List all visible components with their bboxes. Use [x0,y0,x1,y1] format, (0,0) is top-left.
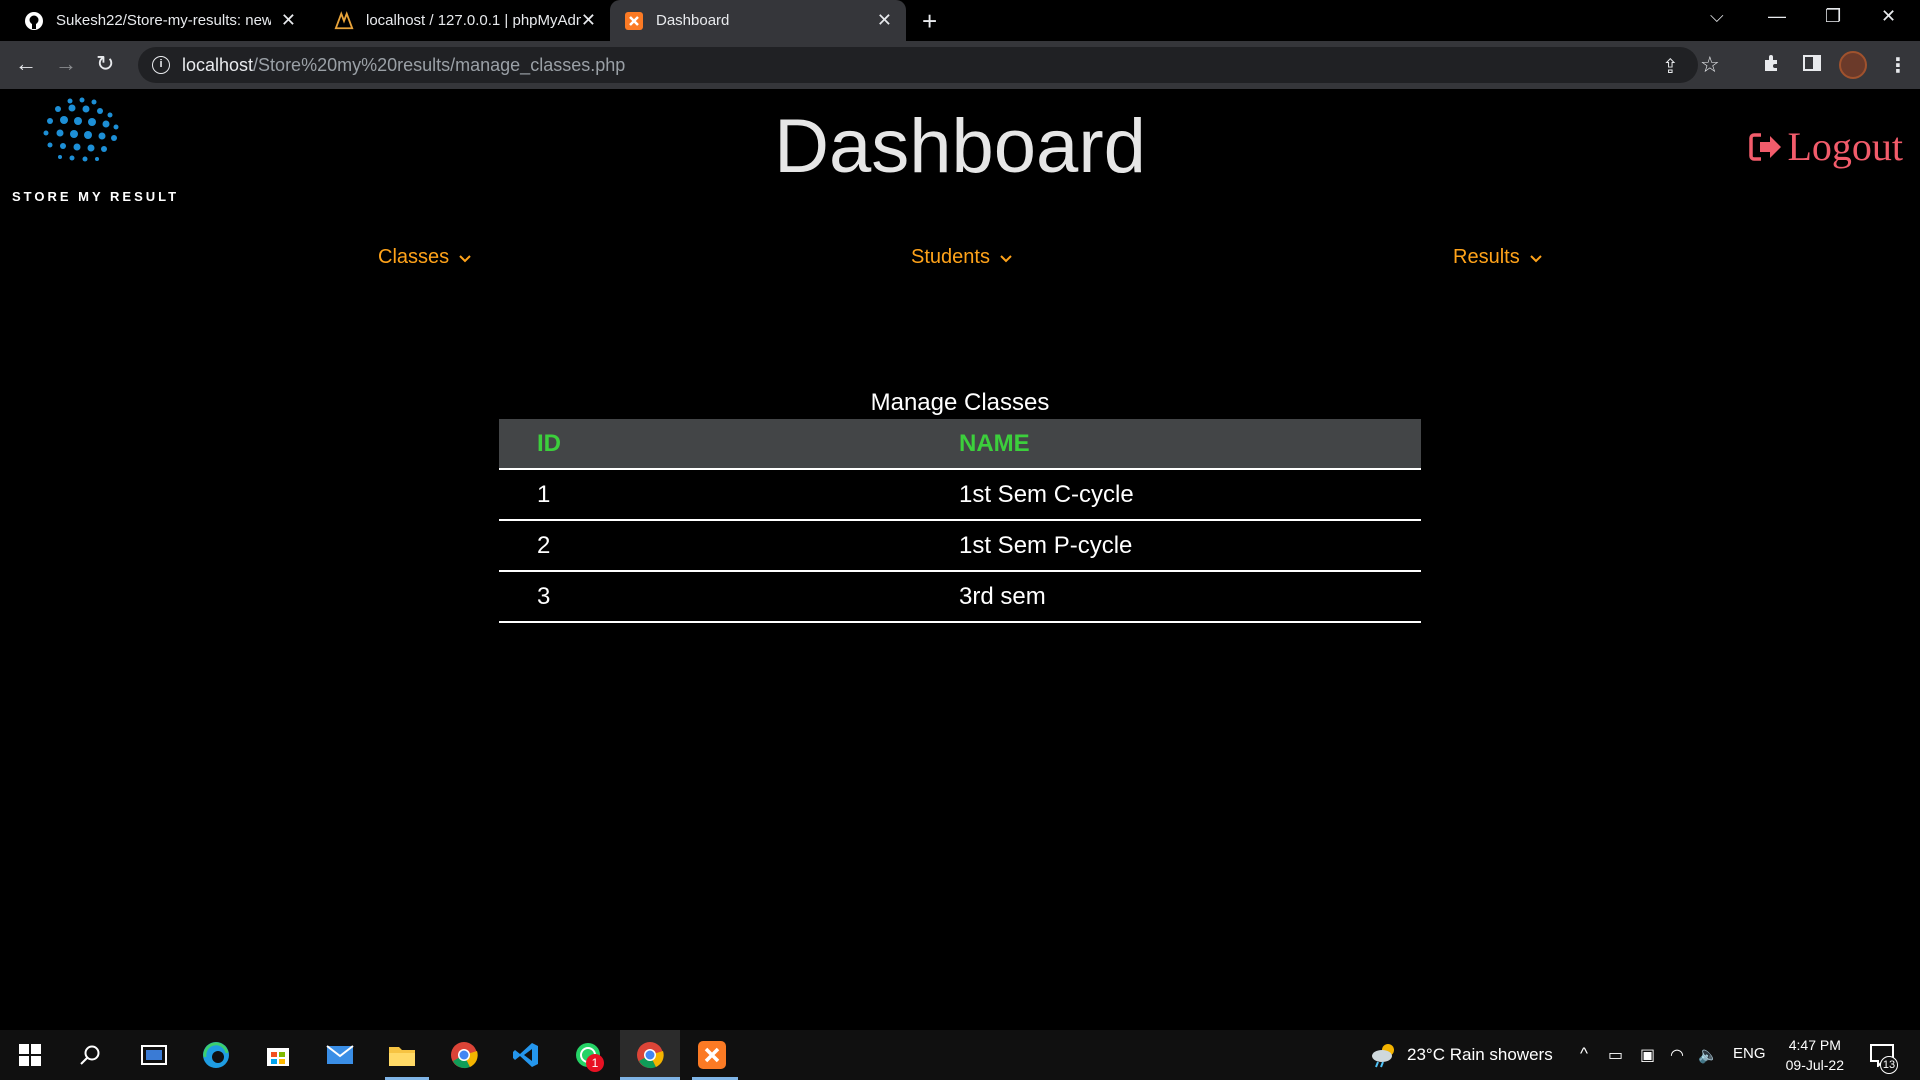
tab-title: localhost / 127.0.0.1 | phpMyAdm [366,12,581,29]
table-header-row: ID NAME [499,419,1421,470]
more-menu-icon[interactable]: ⋮ [1888,53,1908,78]
microsoft-store-icon[interactable] [262,1039,294,1071]
browser-toolbar: ← → ↻ i localhost/Store%20my%20results/m… [0,41,1920,89]
window-close-icon[interactable]: ✕ [1881,6,1896,27]
page-title: Dashboard [774,104,1146,189]
bookmark-star-icon[interactable]: ☆ [1700,52,1720,78]
windows-start-icon[interactable] [14,1039,46,1071]
edge-icon[interactable] [200,1039,232,1071]
table-caption: Manage Classes [870,389,1050,416]
xampp-icon [624,11,644,31]
search-icon[interactable] [74,1039,106,1071]
tab-github[interactable]: Sukesh22/Store-my-results: new ✕ [0,0,310,41]
menu-label: Results [1453,246,1520,268]
close-icon[interactable]: ✕ [877,10,892,31]
language-indicator[interactable]: ENG [1733,1045,1766,1062]
table-row: 3 3rd sem [499,571,1421,623]
logout-label: Logout [1787,124,1903,169]
close-icon[interactable]: ✕ [281,10,296,31]
clock-time: 4:47 PM [1788,1037,1841,1053]
cell-name: 1st Sem C-cycle [959,469,1421,521]
column-header-name: NAME [959,419,1421,470]
chevron-up-icon[interactable]: ^ [1580,1044,1588,1064]
clock-date: 09-Jul-22 [1785,1057,1844,1073]
weather-icon[interactable] [1368,1039,1400,1071]
xampp-icon[interactable] [696,1039,728,1071]
menu-results[interactable]: Results [1453,246,1542,269]
logout-link[interactable]: Logout [1749,123,1903,170]
site-info-icon[interactable]: i [152,56,170,74]
cell-id: 2 [499,520,959,572]
restore-icon[interactable]: ❐ [1825,6,1841,27]
logo-text: STORE MY RESULT [12,189,180,204]
tab-phpmyadmin[interactable]: localhost / 127.0.0.1 | phpMyAdm ✕ [310,0,610,41]
side-panel-icon[interactable] [1802,53,1822,79]
tab-title: Sukesh22/Store-my-results: new [56,12,271,29]
weather-text[interactable]: 23°C Rain showers [1407,1045,1553,1065]
forward-icon[interactable]: → [55,51,77,77]
menu-label: Classes [378,246,450,268]
address-bar[interactable]: i localhost/Store%20my%20results/manage_… [138,47,1720,83]
close-icon[interactable]: ✕ [581,10,596,31]
sign-out-icon [1749,132,1782,161]
tab-search-chevron-icon[interactable]: ⌵ [1710,6,1724,27]
extensions-icon[interactable] [1762,53,1782,79]
back-icon[interactable]: ← [15,51,37,77]
cell-name: 1st Sem P-cycle [959,520,1421,572]
table-row: 1 1st Sem C-cycle [499,469,1421,521]
cell-id: 1 [499,469,959,521]
table-row: 2 1st Sem P-cycle [499,520,1421,572]
cell-id: 3 [499,571,959,623]
chrome-icon[interactable] [448,1039,480,1071]
tab-title: Dashboard [656,12,730,29]
file-explorer-icon[interactable] [386,1039,418,1071]
profile-avatar[interactable] [1839,51,1867,79]
task-view-icon[interactable] [138,1039,170,1071]
wifi-icon[interactable]: ◠ [1670,1045,1684,1065]
whatsapp-badge: 1 [586,1054,604,1072]
notification-count: 13 [1880,1056,1898,1074]
clock[interactable]: 4:47 PM 09-Jul-22 [1786,1035,1844,1075]
new-tab-icon[interactable]: + [922,6,937,37]
browser-tab-bar: Sukesh22/Store-my-results: new ✕ localho… [0,0,1920,41]
page-content: STORE MY RESULT Dashboard Logout Classes… [0,89,1920,1030]
mail-icon[interactable] [324,1039,356,1071]
column-header-id: ID [499,419,959,470]
tab-dashboard[interactable]: Dashboard ✕ [610,0,906,41]
classes-table: ID NAME 1 1st Sem C-cycle 2 1st Sem P-cy… [499,419,1421,623]
reload-icon[interactable]: ↻ [96,51,114,77]
chevron-down-icon [459,250,471,266]
menu-classes[interactable]: Classes [378,246,471,269]
share-icon[interactable]: ⇪ [1662,54,1679,79]
windows-taskbar: 1 23°C Rain showers ^ ▭ ▣ ◠ 🔈 ENG 4:47 P… [0,1030,1920,1080]
minimize-icon[interactable]: — [1768,6,1786,27]
battery-icon[interactable]: ▭ [1608,1045,1623,1065]
chevron-down-icon [1529,250,1542,266]
chevron-down-icon [1000,250,1012,266]
chrome-icon[interactable] [634,1039,666,1071]
cell-name: 3rd sem [959,571,1421,623]
github-icon [24,11,44,31]
url-text: localhost/Store%20my%20results/manage_cl… [182,54,626,75]
menu-students[interactable]: Students [911,246,1012,269]
vscode-icon[interactable] [510,1039,542,1071]
meet-now-icon[interactable]: ▣ [1640,1045,1655,1065]
menu-label: Students [911,246,990,268]
volume-icon[interactable]: 🔈 [1698,1045,1718,1065]
phpmyadmin-icon [334,10,354,31]
